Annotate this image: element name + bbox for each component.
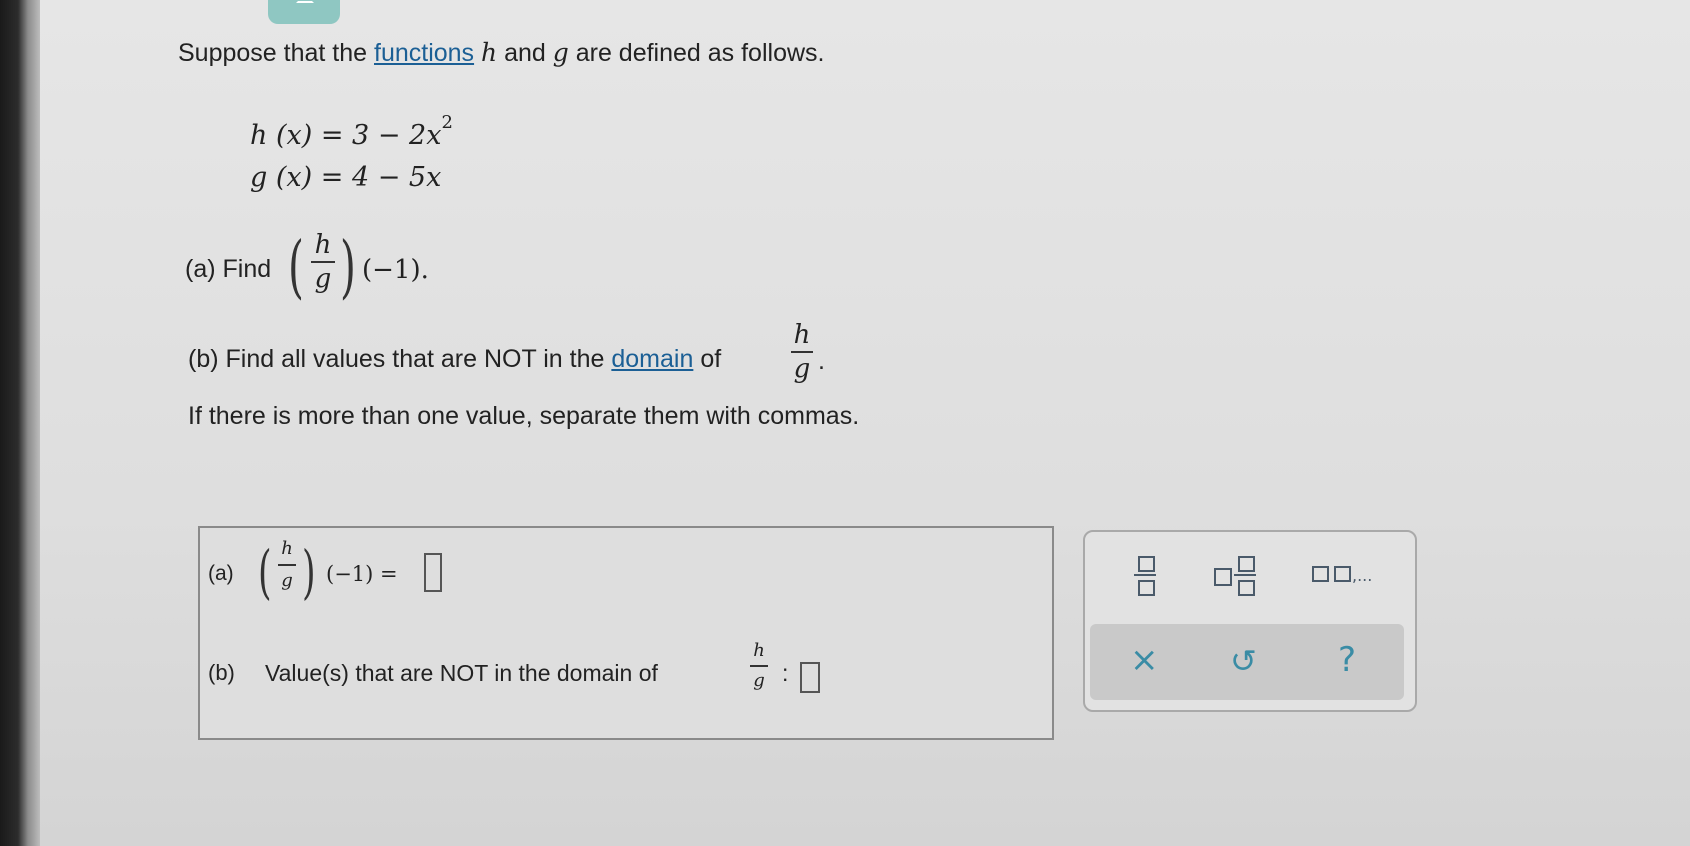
answer-a-fraction-bar (278, 564, 296, 566)
answer-b-fraction-bar (750, 665, 768, 667)
part-b-note: If there is more than one value, separat… (188, 402, 860, 430)
answer-a-label: (a) (208, 562, 234, 585)
answer-a-fraction-num: h (281, 538, 293, 559)
part-a-close-paren: ) (340, 228, 356, 307)
left-edge (0, 0, 40, 846)
answer-b-fraction-den: g (753, 670, 765, 691)
answer-b-input[interactable] (800, 662, 820, 693)
part-a-fraction-den: g (314, 264, 332, 294)
undo-button[interactable]: ↺ (1230, 642, 1257, 680)
intro-line: Suppose that the functions h and g are d… (178, 38, 824, 68)
equation-g: g (x) = 4 − 5x (250, 162, 442, 193)
part-b-line: (b) Find all values that are NOT in the … (188, 345, 721, 374)
answer-box (198, 526, 1054, 740)
part-a-fraction-bar (311, 261, 335, 263)
list-icon: ,... (1310, 560, 1380, 590)
part-b-of: of (700, 345, 722, 373)
answer-a-fraction-den: g (281, 570, 293, 591)
answer-b-colon: : (782, 660, 789, 686)
answer-b-fraction: h g (748, 642, 770, 690)
answer-a-close-paren: ) (302, 538, 316, 606)
part-b-fraction: h g (788, 322, 816, 382)
answer-b-text: Value(s) that are NOT in the domain of (265, 660, 658, 686)
help-button[interactable]: ? (1338, 640, 1356, 680)
answer-a-input[interactable] (424, 553, 442, 592)
answer-a-open-paren: ( (258, 538, 272, 606)
part-b-fraction-den: g (793, 354, 811, 384)
part-b-fraction-bar (791, 351, 813, 353)
equation-h: h (x) = 3 − 2x2 (250, 112, 453, 151)
list-ellipsis: ,... (1352, 566, 1373, 585)
functions-link[interactable]: functions (374, 39, 474, 67)
part-b-fraction-num: h (793, 320, 811, 350)
answer-b-label: (b) (208, 660, 235, 685)
intro-text-after: are defined as follows. (575, 39, 825, 67)
part-a-label: (a) Find (185, 255, 272, 283)
answer-a-argument: (−1) = (326, 562, 398, 586)
part-a-open-paren: ( (288, 228, 304, 307)
fraction-button[interactable] (1128, 552, 1162, 598)
list-button[interactable]: ,... (1310, 560, 1380, 590)
part-a-fraction: h g (308, 232, 338, 292)
mixed-number-button[interactable] (1210, 552, 1262, 598)
answer-a-fraction: h g (276, 540, 298, 590)
undo-icon: ↺ (1230, 642, 1257, 680)
part-a-fraction-num: h (314, 230, 332, 260)
collapse-tab[interactable] (268, 0, 340, 24)
domain-link[interactable]: domain (611, 345, 693, 373)
intro-g: g (552, 38, 569, 67)
part-b-period: . (818, 347, 825, 375)
help-icon: ? (1338, 640, 1357, 680)
mixed-number-icon (1210, 552, 1262, 598)
clear-button[interactable]: × (1130, 640, 1159, 680)
equation-h-exponent: 2 (441, 112, 453, 133)
intro-h: h (481, 38, 498, 67)
answer-b-fraction-num: h (753, 640, 765, 661)
intro-text-before: Suppose that the (178, 39, 368, 67)
close-icon: × (1130, 640, 1159, 680)
part-b-text: (b) Find all values that are NOT in the (188, 345, 605, 373)
intro-and: and (504, 39, 546, 67)
fraction-icon (1128, 552, 1162, 598)
part-a-argument: (−1). (362, 255, 429, 285)
equation-h-text: h (x) = 3 − 2x (250, 120, 442, 151)
